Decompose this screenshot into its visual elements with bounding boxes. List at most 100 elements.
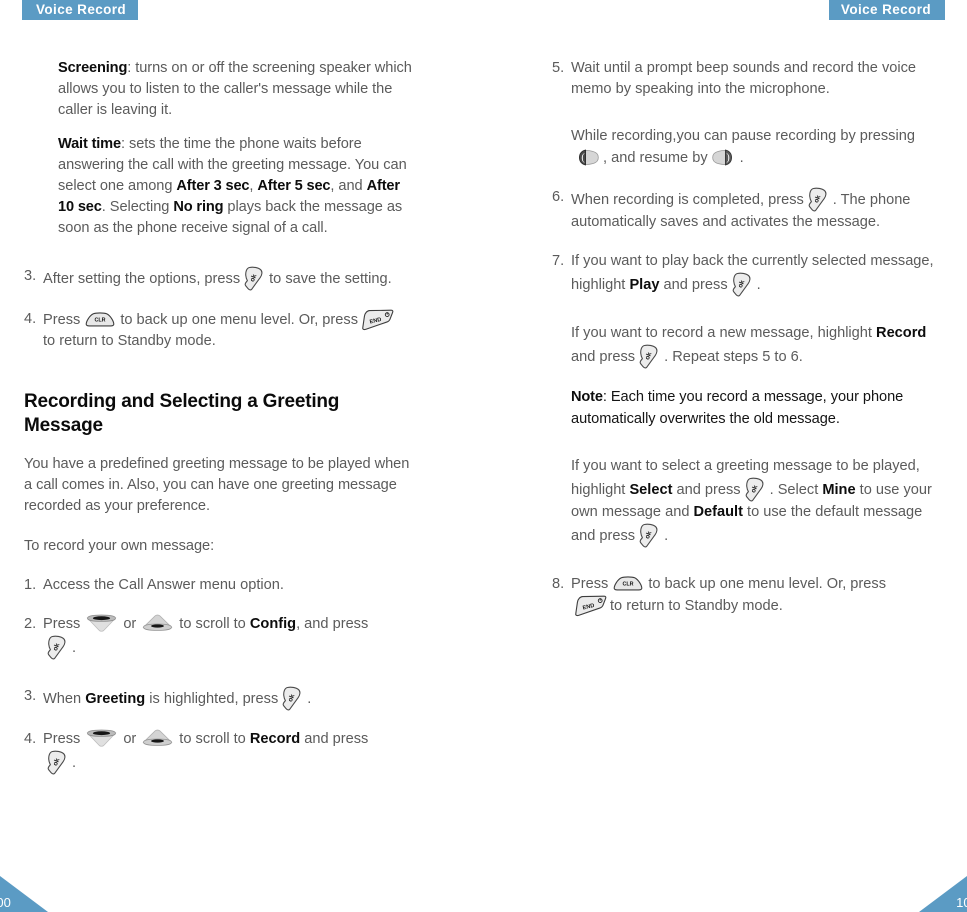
left-step-2-text-3: to scroll to	[179, 616, 246, 633]
clr-key-icon: CLR	[85, 311, 115, 327]
select-greeting-text-2: and press	[676, 482, 741, 499]
wait-time-text-2: . Selecting	[101, 199, 174, 216]
right-step-7-number: 7.	[552, 253, 565, 270]
screening-paragraph: Screening: turns on or off the screening…	[24, 58, 416, 122]
right-page-column: 5. Wait until a prompt beep sounds and re…	[552, 58, 944, 630]
page-number-left: 100	[0, 876, 48, 912]
scroll-up-key-icon	[142, 729, 173, 747]
note-label: Note	[571, 389, 603, 406]
right-step-5: 5. Wait until a prompt beep sounds and re…	[552, 58, 944, 100]
page-number-left-label: 100	[0, 895, 11, 910]
menu-record: Record	[876, 325, 927, 342]
left-step-2-text-1: Press	[43, 616, 81, 633]
end-key-icon: END	[574, 595, 607, 617]
left-step-3b-text-2: is highlighted, press	[149, 691, 279, 708]
right-step-5-text: Wait until a prompt beep sounds and reco…	[571, 60, 917, 98]
ok-key-icon: ok	[732, 272, 753, 297]
left-step-4b-text-2: or	[123, 731, 137, 748]
record-new-text-2: and press	[571, 349, 636, 366]
record-new-text-1: If you want to record a new message, hig…	[571, 325, 872, 342]
left-step-4b-text-1: Press	[43, 731, 81, 748]
right-step-8-number: 8.	[552, 576, 565, 593]
left-step-3b-number: 3.	[24, 688, 37, 705]
select-greeting-paragraph: If you want to select a greeting message…	[552, 456, 944, 548]
page-number-right-label: 101	[956, 895, 967, 910]
wait-time-paragraph: Wait time: sets the time the phone waits…	[24, 134, 416, 240]
header-tab-left: Voice Record	[22, 0, 139, 20]
select-greeting-text-3: . Select	[769, 482, 819, 499]
menu-select: Select	[629, 482, 673, 499]
left-page-column: Screening: turns on or off the screening…	[24, 58, 416, 787]
left-step-4-text-2: to back up one menu level. Or, press	[120, 311, 358, 328]
pause-resume-paragraph: While recording,you can pause recording …	[552, 126, 944, 168]
record-new-paragraph: If you want to record a new message, hig…	[552, 323, 944, 369]
left-step-4b-text-4: and press	[304, 731, 369, 748]
left-step-4b-text-5: .	[72, 755, 77, 772]
right-step-6-text-1: When recording is completed, press	[571, 191, 804, 208]
menu-play: Play	[629, 277, 660, 294]
right-step-6-number: 6.	[552, 188, 565, 205]
right-step-8: 8. Press CLR to back up one menu level. O…	[552, 574, 944, 617]
left-step-4: 4. Press CLR to back up one menu level. O…	[24, 309, 416, 352]
wait-option-after-3-sec: After 3 sec	[176, 178, 250, 195]
menu-mine: Mine	[822, 482, 856, 499]
left-step-2: 2. Press or to scroll to Config, and pres…	[24, 614, 416, 660]
left-step-1-text: Access the Call Answer menu option.	[43, 576, 284, 593]
left-step-2-number: 2.	[24, 616, 37, 633]
left-step-2-text-5: .	[72, 640, 77, 657]
section-heading: Recording and Selecting a Greeting Messa…	[24, 391, 340, 437]
menu-greeting: Greeting	[85, 691, 146, 708]
ok-key-icon: ok	[639, 344, 660, 369]
select-greeting-text-6: .	[664, 528, 669, 545]
svg-text:CLR: CLR	[623, 582, 634, 588]
left-step-3-number: 3.	[24, 267, 37, 284]
left-step-3b: 3. When Greeting is highlighted, press ok…	[24, 686, 416, 711]
ok-key-icon: ok	[745, 477, 766, 502]
lead-in-paragraph: To record your own message:	[24, 537, 215, 554]
pause-resume-text-1: While recording,you can pause recording …	[571, 128, 915, 145]
left-step-4-number: 4.	[24, 310, 37, 327]
screening-term: Screening	[58, 60, 128, 76]
wait-option-no-ring: No ring	[173, 199, 224, 216]
menu-record: Record	[249, 731, 301, 748]
ok-key-icon: ok	[639, 523, 660, 548]
ok-key-icon: ok	[808, 187, 829, 212]
record-new-text-3: . Repeat steps 5 to 6.	[664, 349, 803, 366]
pause-resume-text-2: , and resume by	[603, 149, 708, 166]
left-step-1: 1. Access the Call Answer menu option.	[24, 575, 416, 596]
ok-key-icon: ok	[282, 686, 303, 711]
ok-key-icon: ok	[47, 635, 68, 660]
note-text: : Each time you record a message, your p…	[571, 389, 904, 427]
menu-config: Config	[249, 616, 297, 633]
ok-key-icon: ok	[47, 750, 68, 775]
right-step-7-text-3: .	[756, 277, 761, 294]
scroll-down-key-icon	[86, 614, 117, 632]
left-step-2-text-4: , and press	[296, 616, 369, 633]
right-step-6: 6. When recording is completed, press ok …	[552, 187, 944, 233]
right-step-8-text-3: to return to Standby mode.	[610, 598, 783, 615]
left-step-3b-text-3: .	[307, 691, 312, 708]
right-step-8-text-2: to back up one menu level. Or, press	[648, 576, 886, 593]
scroll-up-key-icon	[142, 614, 173, 632]
wait-option-after-5-sec: After 5 sec	[257, 178, 331, 195]
right-step-5-number: 5.	[552, 60, 565, 76]
left-step-4-text-1: Press	[43, 311, 81, 328]
left-step-4-text-3: to return to Standby mode.	[43, 332, 216, 349]
wait-time-term: Wait time	[58, 135, 121, 152]
right-step-7: 7. If you want to play back the currently…	[552, 251, 944, 297]
svg-text:CLR: CLR	[95, 317, 106, 323]
pause-resume-text-3: .	[739, 149, 744, 166]
nav-right-key-icon: )	[711, 149, 737, 166]
left-step-4b-number: 4.	[24, 731, 37, 748]
right-step-8-text-1: Press	[571, 576, 609, 593]
wait-sep-2: , and	[330, 178, 367, 195]
scroll-down-key-icon	[86, 729, 117, 747]
ok-key-icon: ok	[244, 266, 265, 291]
left-step-1-number: 1.	[24, 576, 37, 593]
left-step-2-text-2: or	[123, 616, 137, 633]
left-step-4b: 4. Press or to scroll to Record and press…	[24, 729, 416, 775]
page-number-right: 101	[919, 876, 967, 912]
menu-default: Default	[693, 504, 743, 521]
left-step-3-text-1: After setting the options, press	[43, 270, 241, 287]
end-key-icon: END	[361, 309, 394, 331]
